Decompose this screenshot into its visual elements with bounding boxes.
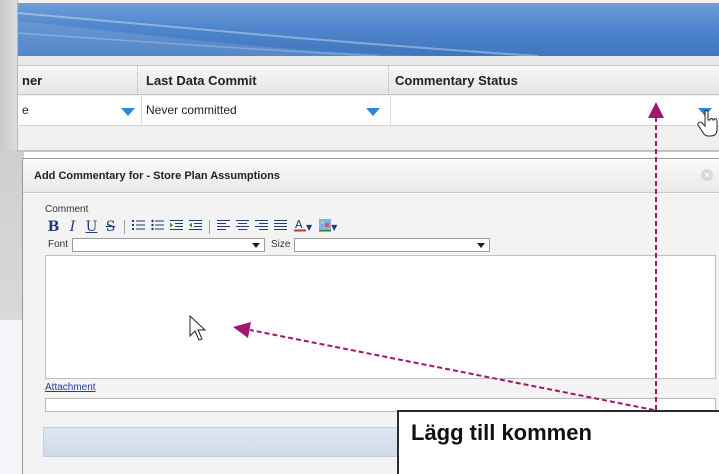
toolbar-separator	[124, 220, 125, 234]
comment-label: Comment	[45, 204, 89, 215]
callout-box: Lägg till kommen	[397, 410, 719, 474]
last-data-commit-value: Never committed	[146, 103, 237, 117]
last-data-commit-dropdown-arrow-icon[interactable]	[366, 108, 380, 116]
grid-header: ner Last Data Commit Commentary Status	[18, 65, 719, 95]
owner-value: e	[22, 103, 29, 117]
outdent-icon[interactable]	[186, 218, 205, 236]
callout-text: Lägg till kommen	[411, 420, 592, 445]
grid-gap	[18, 56, 719, 65]
column-header-owner[interactable]: ner	[18, 66, 138, 95]
font-row: Font Size	[48, 237, 491, 252]
toolbar-separator	[209, 220, 210, 234]
font-label: Font	[48, 239, 69, 250]
attachment-link[interactable]: Attachment	[45, 382, 96, 393]
align-left-icon[interactable]	[214, 218, 233, 236]
table-row: e Never committed	[18, 96, 719, 126]
font-color-dropdown-icon[interactable]: ▼	[306, 223, 312, 232]
chevron-down-icon	[252, 242, 261, 248]
highlight-color-dropdown-icon[interactable]: ▼	[331, 223, 337, 232]
font-select[interactable]	[72, 237, 266, 252]
unordered-list-icon[interactable]	[148, 218, 167, 236]
blue-banner	[18, 3, 719, 56]
comment-editor[interactable]	[45, 255, 716, 379]
align-center-icon[interactable]	[233, 218, 252, 236]
commentary-status-cell[interactable]	[391, 96, 719, 125]
column-header-last-data-commit[interactable]: Last Data Commit	[142, 66, 389, 95]
align-right-icon[interactable]	[252, 218, 271, 236]
column-header-commentary-status[interactable]: Commentary Status	[391, 66, 719, 95]
dialog-title: Add Commentary for - Store Plan Assumpti…	[23, 159, 719, 193]
svg-text:A: A	[295, 218, 303, 231]
chevron-down-icon	[477, 242, 486, 248]
underline-button[interactable]: U	[82, 218, 101, 236]
rich-text-toolbar: B I U S A ▼ ▼	[44, 218, 716, 236]
grid-footer	[18, 126, 719, 152]
slide-left-block	[0, 150, 24, 320]
owner-dropdown-arrow-icon[interactable]	[121, 108, 135, 116]
grid-window: ner Last Data Commit Commentary Status e…	[17, 0, 719, 152]
italic-button[interactable]: I	[63, 218, 82, 236]
indent-icon[interactable]	[167, 218, 186, 236]
last-data-commit-cell[interactable]: Never committed	[142, 96, 391, 125]
strikethrough-button[interactable]: S	[101, 218, 120, 236]
ordered-list-icon[interactable]	[129, 218, 148, 236]
justify-icon[interactable]	[271, 218, 290, 236]
bold-button[interactable]: B	[44, 218, 63, 236]
commentary-status-dropdown-arrow-icon[interactable]	[698, 108, 712, 116]
size-label: Size	[271, 239, 291, 250]
size-select[interactable]	[294, 237, 491, 252]
slide-left-strip	[0, 320, 24, 474]
close-icon[interactable]: ✕	[701, 169, 713, 181]
